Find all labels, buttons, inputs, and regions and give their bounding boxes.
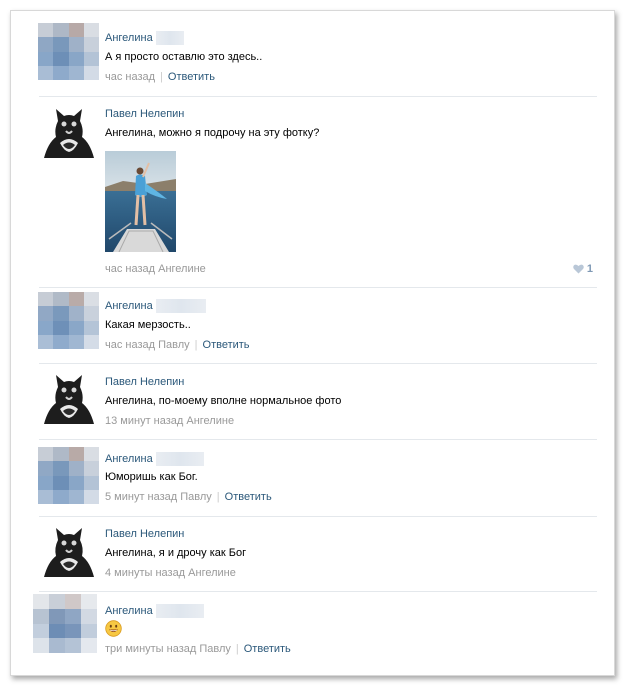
separator xyxy=(39,591,597,592)
author-name[interactable]: Ангелина xyxy=(105,31,184,45)
comment-meta: три минуты назад Павлу | Ответить xyxy=(105,643,291,655)
smiley-emoji-icon xyxy=(105,620,122,637)
avatar[interactable] xyxy=(33,594,97,653)
reply-link[interactable]: Ответить xyxy=(168,71,215,83)
comment-text: Ангелина, по-моему вполне нормальное фот… xyxy=(105,395,342,407)
author-name[interactable]: Ангелина xyxy=(105,299,206,313)
comment-time[interactable]: три минуты назад Павлу xyxy=(105,643,231,655)
beach-photo-image xyxy=(105,151,176,252)
author-name[interactable]: Павел Нелепин xyxy=(105,376,184,388)
heart-icon xyxy=(573,264,584,274)
like-button[interactable]: 1 xyxy=(573,263,593,275)
comment-text: Какая мерзость.. xyxy=(105,319,191,331)
comment-meta: 13 минут назад Ангелине xyxy=(105,415,234,427)
author-name[interactable]: Павел Нелепин xyxy=(105,108,184,120)
separator xyxy=(39,96,597,97)
separator xyxy=(39,363,597,364)
cat-avatar-icon xyxy=(44,109,94,158)
author-name[interactable]: Павел Нелепин xyxy=(105,528,184,540)
comment-text: Ангелина, можно я подрочу на эту фотку? xyxy=(105,127,320,139)
comment-meta: час назад | Ответить xyxy=(105,71,215,83)
avatar[interactable] xyxy=(38,23,99,80)
author-name[interactable]: Ангелина xyxy=(105,604,204,618)
comments-panel: Ангелина А я просто оставлю это здесь.. … xyxy=(10,10,615,676)
comment-text: Ангелина, я и дрочу как Бог xyxy=(105,547,247,559)
reply-link[interactable]: Ответить xyxy=(203,339,250,351)
comment-time[interactable]: час назад Павлу xyxy=(105,339,190,351)
hidden-surname-blur xyxy=(155,452,204,466)
comment-meta: 5 минут назад Павлу | Ответить xyxy=(105,491,272,503)
comment-text: А я просто оставлю это здесь.. xyxy=(105,51,263,63)
author-name[interactable]: Ангелина xyxy=(105,452,204,466)
comment-time[interactable]: 5 минут назад Павлу xyxy=(105,491,212,503)
avatar[interactable] xyxy=(42,105,96,158)
hidden-surname-blur xyxy=(155,31,184,45)
cat-avatar-icon xyxy=(44,375,94,424)
avatar[interactable] xyxy=(42,371,96,424)
cat-avatar-icon xyxy=(44,528,94,577)
comment-text: Юморишь как Бог. xyxy=(105,471,198,483)
comment-time[interactable]: 4 минуты назад Ангелине xyxy=(105,567,236,579)
separator xyxy=(39,287,597,288)
reply-link[interactable]: Ответить xyxy=(225,491,272,503)
attached-photo[interactable] xyxy=(105,151,176,252)
comment-time[interactable]: час назад Ангелине xyxy=(105,263,206,275)
avatar[interactable] xyxy=(42,524,96,577)
comment-meta: час назад Павлу | Ответить xyxy=(105,339,250,351)
reply-link[interactable]: Ответить xyxy=(244,643,291,655)
comment-time[interactable]: 13 минут назад Ангелине xyxy=(105,415,234,427)
avatar[interactable] xyxy=(38,447,99,504)
comment-meta: 4 минуты назад Ангелине xyxy=(105,567,236,579)
comment-meta: час назад Ангелине xyxy=(105,263,206,275)
avatar[interactable] xyxy=(38,292,99,349)
comment-time[interactable]: час назад xyxy=(105,71,155,83)
like-count: 1 xyxy=(586,263,593,275)
hidden-surname-blur xyxy=(155,299,206,313)
separator xyxy=(39,439,597,440)
hidden-surname-blur xyxy=(155,604,204,618)
separator xyxy=(39,516,597,517)
